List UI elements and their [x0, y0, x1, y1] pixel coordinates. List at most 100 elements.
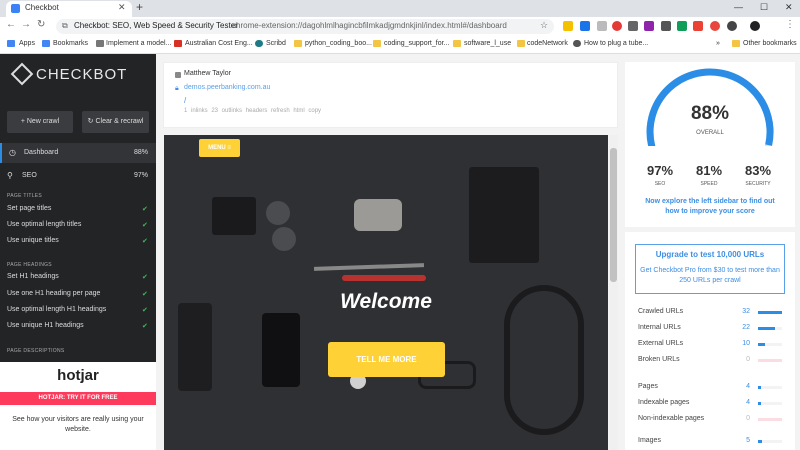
seo-label: SEO — [654, 181, 666, 187]
site-domain-link[interactable]: demos.peerbanking.com.au — [184, 84, 270, 91]
speed-label: SPEED — [700, 181, 718, 187]
security-score: 83% — [744, 163, 772, 178]
hotjar-logo: hotjar — [57, 367, 99, 384]
browser-tab[interactable]: Checkbot ✕ — [6, 1, 132, 17]
section-title: PAGE TITLES — [7, 193, 43, 199]
upgrade-title[interactable]: Upgrade to test 10,000 URLs — [635, 250, 785, 259]
other-bookmarks[interactable]: Other bookmarks — [743, 40, 797, 47]
bookmark-item[interactable]: python_coding_boo... — [305, 40, 372, 47]
stat-bar-track — [758, 402, 782, 405]
upgrade-subtitle[interactable]: Get Checkbot Pro from $30 to test more t… — [635, 266, 785, 286]
extension-icon[interactable] — [677, 21, 687, 31]
stat-label[interactable]: Images — [638, 437, 661, 444]
bookmark-item[interactable]: software_l_use — [464, 40, 511, 47]
stat-label[interactable]: Crawled URLs — [638, 308, 683, 315]
phone-shape — [262, 313, 300, 387]
scrollbar-thumb[interactable] — [610, 148, 617, 282]
sidebar-rule[interactable]: Use optimal length H1 headings — [7, 306, 106, 313]
sidebar-rule[interactable]: Set H1 headings — [7, 273, 59, 280]
bookmark-star-icon[interactable]: ☆ — [540, 20, 548, 31]
address-url: chrome-extension://dagohlmlhagincbfilmka… — [232, 21, 507, 30]
page-icon — [573, 40, 581, 47]
overall-label: OVERALL — [696, 130, 724, 136]
sidebar-rule[interactable]: Use unique titles — [7, 237, 59, 244]
extension-icon[interactable] — [693, 21, 703, 31]
url-path-link[interactable]: / — [184, 96, 186, 105]
reload-icon[interactable]: ↻ — [37, 19, 45, 30]
hotjar-cta-button[interactable]: HOTJAR: TRY IT FOR FREE — [0, 392, 156, 405]
folder-icon — [453, 40, 461, 47]
url-meta-links[interactable]: 1 inlinks 23 outlinks headers refresh ht… — [184, 108, 321, 114]
stat-label[interactable]: Non-indexable pages — [638, 415, 704, 422]
stat-value: 32 — [742, 308, 750, 315]
sidebar-rule[interactable]: Use one H1 heading per page — [7, 290, 100, 297]
extension-icon[interactable] — [661, 21, 671, 31]
back-icon[interactable]: ← — [6, 19, 16, 30]
app-logo: CHECKBOT — [36, 66, 128, 83]
sidebar-item-dashboard[interactable]: ◷ Dashboard 88% — [0, 143, 156, 163]
avatar[interactable] — [750, 21, 760, 31]
sidebar-rule[interactable]: Set page titles — [7, 205, 51, 212]
extension-icon[interactable] — [597, 21, 607, 31]
check-icon: ✔ — [142, 323, 148, 330]
menu-kebab-icon[interactable]: ⋮ — [785, 19, 795, 30]
sidebar-item-label: Dashboard — [24, 149, 59, 156]
stat-label[interactable]: Internal URLs — [638, 324, 681, 331]
star-icon — [42, 40, 50, 47]
forward-icon[interactable]: → — [21, 19, 31, 30]
stat-label[interactable]: Broken URLs — [638, 356, 680, 363]
sidebar-item-score: 97% — [133, 172, 148, 179]
stat-label[interactable]: Indexable pages — [638, 399, 689, 406]
sidebar-rule[interactable]: Use unique H1 headings — [7, 322, 84, 329]
extension-icon[interactable] — [580, 21, 590, 31]
wallet-shape — [212, 197, 256, 235]
bookmark-item[interactable]: Australian Cost Eng... — [185, 40, 253, 47]
bookmark-item[interactable]: Scribd — [266, 40, 286, 47]
address-bar[interactable]: ⧉ Checkbot: SEO, Web Speed & Security Te… — [56, 19, 554, 34]
more-bookmarks-button[interactable]: » — [716, 40, 720, 47]
extension-icon[interactable] — [612, 21, 622, 31]
tab-close-icon[interactable]: ✕ — [118, 2, 126, 13]
stat-bar-fill — [758, 402, 761, 405]
tab-favicon-icon — [11, 4, 20, 13]
close-window-button[interactable]: ✕ — [785, 2, 793, 13]
maximize-button[interactable]: ☐ — [760, 2, 768, 13]
page-icon — [96, 40, 104, 47]
extension-icon[interactable] — [563, 21, 573, 31]
phone-case-shape — [178, 303, 212, 391]
bookmark-item[interactable]: Implement a model... — [106, 40, 171, 47]
bookmark-item[interactable]: Bookmarks — [53, 40, 88, 47]
hotjar-description: See how your visitors are really using y… — [12, 416, 144, 433]
minimize-button[interactable]: — — [734, 2, 743, 12]
stat-label[interactable]: External URLs — [638, 340, 683, 347]
bookmark-item[interactable]: How to plug a tube... — [584, 40, 648, 47]
stat-bar-empty — [758, 359, 782, 362]
new-crawl-button[interactable]: + New crawl — [7, 111, 73, 133]
folder-icon — [517, 40, 525, 47]
clear-recrawl-button[interactable]: ↻ Clear & recrawl — [82, 111, 149, 133]
chrome-icon[interactable] — [710, 21, 720, 31]
extension-icon[interactable] — [644, 21, 654, 31]
sunglasses-shape — [266, 201, 290, 225]
new-tab-button[interactable]: + — [136, 0, 143, 14]
bookmark-item[interactable]: coding_support_for... — [384, 40, 449, 47]
stat-value: 0 — [746, 356, 750, 363]
menu-button[interactable]: MENU ≡ — [199, 139, 240, 157]
bookmark-item[interactable]: Apps — [19, 40, 35, 47]
sidebar-item-score: 88% — [133, 149, 148, 156]
extension-icon[interactable] — [628, 21, 638, 31]
extension-icon[interactable] — [727, 21, 737, 31]
user-name: Matthew Taylor — [184, 70, 231, 77]
tell-me-more-button[interactable]: TELL ME MORE — [328, 342, 445, 377]
stat-label[interactable]: Pages — [638, 383, 658, 390]
folder-icon — [732, 40, 740, 47]
stat-bar-empty — [758, 418, 782, 421]
stat-bar-track — [758, 386, 782, 389]
notebook-shape — [469, 167, 539, 263]
tab-title: Checkbot — [25, 3, 59, 12]
check-icon: ✔ — [142, 238, 148, 245]
bookmark-item[interactable]: codeNetwork — [527, 40, 568, 47]
sidebar-rule[interactable]: Use optimal length titles — [7, 221, 81, 228]
sidebar-item-seo[interactable]: ⚲ SEO 97% — [0, 166, 156, 186]
check-icon: ✔ — [142, 291, 148, 298]
